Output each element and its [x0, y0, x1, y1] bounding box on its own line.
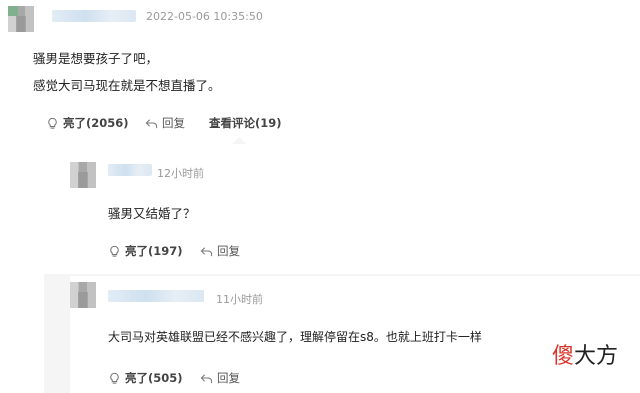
lightbulb-icon	[108, 372, 121, 385]
replies-panel: 12小时前 骚男又结婚了？ 亮了(197) 回复 11小时前 大司马对英雄联盟已…	[44, 137, 640, 393]
user-avatar[interactable]	[8, 6, 34, 32]
reply-reply-label: 回复	[217, 244, 240, 258]
reply-reply-button[interactable]: 回复	[200, 243, 240, 259]
lightbulb-icon	[108, 245, 121, 258]
reply-item: 11小时前 大司马对英雄联盟已经不感兴趣了，理解停留在s8。也就上班打卡一样 亮…	[70, 276, 640, 393]
reply-button[interactable]: 回复	[145, 115, 185, 131]
reply-like-button[interactable]: 亮了(197)	[108, 243, 183, 259]
reply-like-button[interactable]: 亮了(505)	[108, 370, 183, 386]
reply-time: 11小时前	[216, 293, 263, 306]
like-count: 亮了(2056)	[63, 116, 129, 130]
lightbulb-icon	[46, 117, 59, 130]
watermark-part-2: 大方	[574, 344, 619, 369]
reply-arrow-icon	[200, 372, 213, 385]
view-replies-button[interactable]: 查看评论(19)	[209, 115, 282, 131]
reply-avatar[interactable]	[70, 282, 96, 308]
reply-label: 回复	[162, 116, 185, 130]
view-replies-label: 查看评论(19)	[209, 116, 282, 130]
comment-line-1: 骚男是想要孩子了吧，	[33, 51, 159, 66]
reply-username-blurred[interactable]	[108, 290, 204, 302]
reply-like-count: 亮了(505)	[125, 371, 183, 385]
reply-like-count: 亮了(197)	[125, 244, 183, 258]
reply-reply-label: 回复	[217, 371, 240, 385]
reply-time: 12小时前	[157, 167, 204, 180]
reply-avatar[interactable]	[70, 162, 96, 188]
reply-username-blurred[interactable]	[108, 164, 152, 176]
watermark-logo: 傻大方	[552, 338, 618, 370]
comment-thread: 2022-05-06 10:35:50 骚男是想要孩子了吧， 感觉大司马现在就是…	[0, 0, 640, 393]
watermark-part-1: 傻	[552, 344, 575, 369]
reply-arrow-icon	[145, 117, 158, 130]
username-blurred[interactable]	[52, 10, 136, 22]
like-button[interactable]: 亮了(2056)	[46, 115, 129, 131]
reply-reply-button[interactable]: 回复	[200, 370, 240, 386]
reply-item: 12小时前 骚男又结婚了？ 亮了(197) 回复	[44, 144, 640, 274]
reply-text: 骚男又结婚了？	[108, 206, 196, 221]
reply-text: 大司马对英雄联盟已经不感兴趣了，理解停留在s8。也就上班打卡一样	[108, 330, 482, 344]
comment-timestamp: 2022-05-06 10:35:50	[146, 10, 263, 23]
reply-arrow-icon	[200, 245, 213, 258]
comment-line-2: 感觉大司马现在就是不想直播了。	[33, 78, 221, 93]
